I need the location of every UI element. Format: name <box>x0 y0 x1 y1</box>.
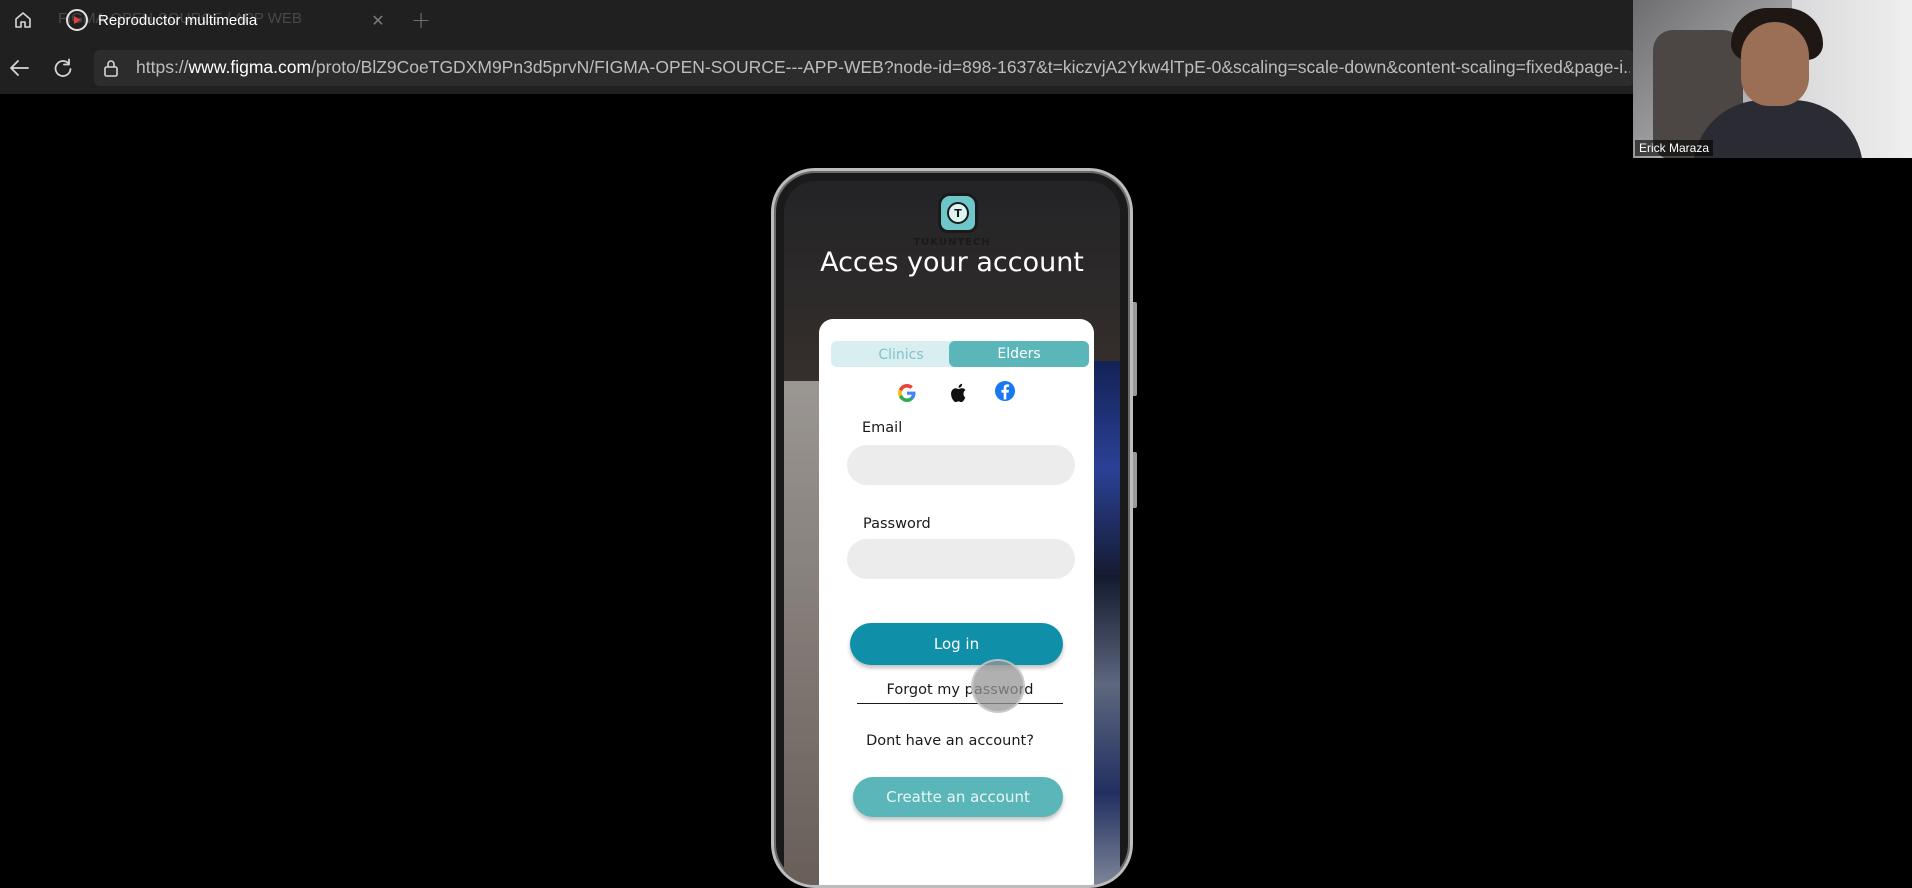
logo-letter: T <box>947 202 969 224</box>
url-text[interactable]: https://www.figma.com/proto/BlZ9CoeTGDXM… <box>136 57 1630 79</box>
cursor-highlight <box>971 659 1025 713</box>
no-account-text: Dont have an account? <box>866 733 1034 749</box>
url-path: /proto/BlZ9CoeTGDXM9Pn3d5prvN/FIGMA-OPEN… <box>311 57 1630 77</box>
webcam-video: Erick Maraza <box>1633 0 1912 158</box>
apple-icon[interactable] <box>944 379 970 407</box>
phone-mockup: T TUKUNTECH Acces your account Clinics E… <box>771 168 1133 888</box>
reload-icon[interactable] <box>48 54 78 82</box>
facebook-icon[interactable] <box>992 377 1018 405</box>
login-card: Clinics Elders Email Password Log in For… <box>819 319 1094 885</box>
new-tab-icon[interactable]: + <box>408 6 434 34</box>
forgot-password-link[interactable]: Forgot my password <box>857 682 1063 698</box>
login-button[interactable]: Log in <box>850 623 1063 665</box>
account-type-tabs: Clinics Elders <box>831 341 1089 367</box>
media-player-icon <box>66 9 88 31</box>
back-icon[interactable] <box>4 54 34 82</box>
close-tab-icon[interactable]: ✕ <box>368 8 388 32</box>
email-label: Email <box>862 420 903 436</box>
media-player-title: Reproductor multimedia <box>98 11 258 29</box>
url-domain: www.figma.com <box>188 57 312 77</box>
home-icon[interactable] <box>10 6 36 34</box>
page-title: Acces your account <box>820 247 1084 278</box>
password-label: Password <box>863 516 931 532</box>
webcam-person-face <box>1741 22 1809 106</box>
forgot-password-underline <box>857 703 1063 704</box>
url-scheme: https:// <box>136 57 189 77</box>
lock-icon[interactable] <box>102 58 122 78</box>
google-icon[interactable] <box>894 379 920 407</box>
browser-tab-bar: FIGMA-OPEN-SOURCE / APP WEB ✕ + Reproduc… <box>0 0 1912 40</box>
password-field[interactable] <box>847 539 1075 579</box>
participant-name: Erick Maraza <box>1635 140 1714 156</box>
phone-screen: T TUKUNTECH Acces your account Clinics E… <box>784 181 1120 885</box>
tab-elders[interactable]: Elders <box>949 341 1089 367</box>
create-account-button[interactable]: Creatte an account <box>853 777 1063 817</box>
media-player-overlay: Reproductor multimedia <box>66 8 257 32</box>
tukuntech-logo: T <box>938 193 978 233</box>
email-field[interactable] <box>847 445 1075 485</box>
